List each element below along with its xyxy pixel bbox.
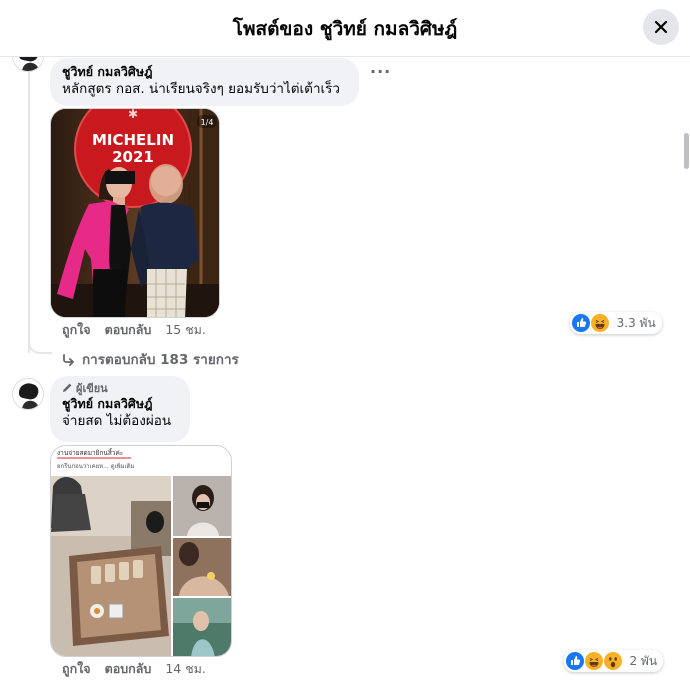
reaction-summary[interactable]: 3.3 พัน [570,312,662,334]
dialog-header: โพสต์ของ ชูวิทย์ กมลวิศิษฎ์ [0,0,690,57]
haha-icon [584,652,603,676]
reaction-count: 2 พัน [629,654,658,668]
close-icon [654,20,668,34]
dialog-title: โพสต์ของ ชูวิทย์ กมลวิศิษฎ์ [232,18,458,40]
author-badge: ผู้เขียน [62,382,178,396]
wow-icon [603,652,622,676]
view-replies-link[interactable]: การตอบกลับ 183 รายการ [62,348,239,370]
author-badge-label: ผู้เขียน [76,382,108,395]
collage-photo: งานจ่ายสดมายิกนสิ้วค่ะ ยกรีนก่อนว่าเคยห.… [51,446,231,656]
michelin-event-photo: ✱ MICHELIN 2021 1/4 [51,109,219,317]
comment-photo[interactable]: งานจ่ายสดมายิกนสิ้วค่ะ ยกรีนก่อนว่าเคยห.… [50,445,232,657]
comment-actions: ถูกใจ ตอบกลับ 15 ชม. [62,322,206,338]
like-button[interactable]: ถูกใจ [62,322,91,337]
comment-actions: ถูกใจ ตอบกลับ 14 ชม. [62,661,206,677]
photo-sign-text: MICHELIN [92,131,174,149]
like-icon [572,314,590,338]
photo-counter: 1/4 [201,118,214,127]
comment-author[interactable]: ชูวิทย์ กมลวิศิษฎ์ [62,64,347,80]
svg-text:✱: ✱ [128,109,138,121]
reply-button[interactable]: ตอบกลับ [105,661,152,676]
more-options-button[interactable]: ··· [370,64,391,80]
photo-caption-1: งานจ่ายสดมายิกนสิ้วค่ะ [57,448,123,457]
reaction-count: 3.3 พัน [616,316,656,330]
comment-text: จ่ายสด ไม่ต้องผ่อน [62,413,172,429]
like-icon [566,652,584,676]
like-button[interactable]: ถูกใจ [62,661,91,676]
photo-sign-year: 2021 [112,148,154,166]
reaction-summary[interactable]: 2 พัน [564,650,664,672]
reply-arrow-icon [63,354,74,366]
comment-photo[interactable]: ✱ MICHELIN 2021 1/4 [50,108,220,318]
close-button[interactable] [643,9,679,45]
comment-timestamp[interactable]: 14 ชม. [165,661,206,676]
comment-author[interactable]: ชูวิทย์ กมลวิศิษฎ์ [62,396,178,412]
haha-icon [590,314,609,338]
comment-timestamp[interactable]: 15 ชม. [165,322,206,337]
comment-text: หลักสูตร กอส. น่าเรียนจริงๆ ยอมรับว่าไต่… [62,81,340,97]
scrollbar-thumb[interactable] [684,133,689,169]
thread-line [28,60,30,353]
avatar[interactable] [12,378,44,410]
view-replies-label: การตอบกลับ 183 รายการ [82,352,239,368]
photo-caption-2: ยกรีนก่อนว่าเคยห... ดูเพิ่มเติม [57,462,135,470]
reply-button[interactable]: ตอบกลับ [105,322,152,337]
comment-bubble: ชูวิทย์ กมลวิศิษฎ์ หลักสูตร กอส. น่าเรีย… [50,58,359,106]
thread-connector [28,330,52,354]
comment-bubble: ผู้เขียน ชูวิทย์ กมลวิศิษฎ์ จ่ายสด ไม่ต้… [50,376,190,442]
pencil-icon [63,383,72,392]
